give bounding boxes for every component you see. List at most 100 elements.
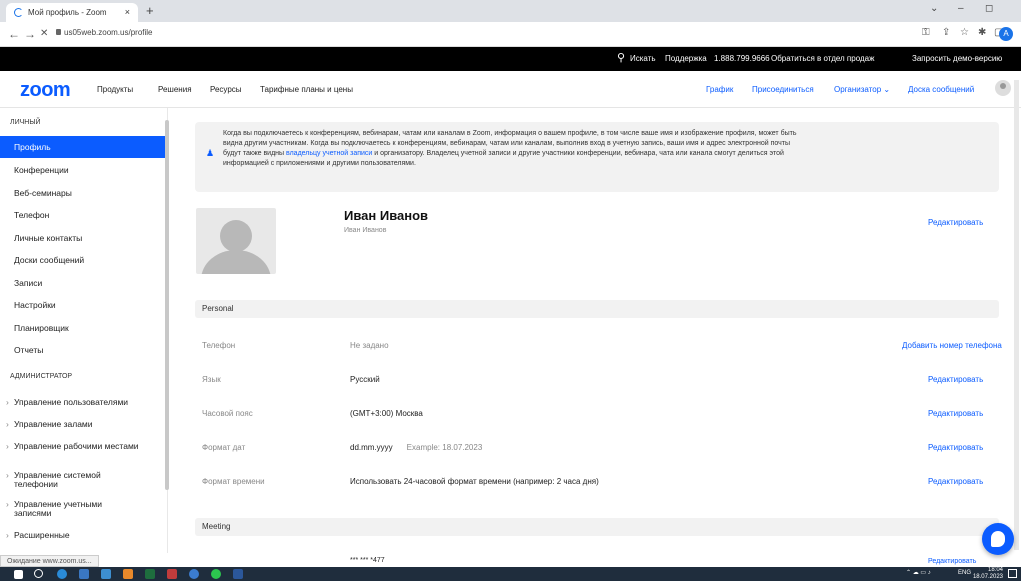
edit-timezone-link[interactable]: Редактировать xyxy=(928,409,983,418)
add-phone-link[interactable]: Добавить номер телефона xyxy=(902,341,1002,350)
demo-link[interactable]: Запросить демо-версию xyxy=(912,54,1002,63)
taskview-icon[interactable] xyxy=(79,569,89,579)
nav-solutions[interactable]: Решения xyxy=(158,85,192,94)
edit-date-format-link[interactable]: Редактировать xyxy=(928,443,983,452)
tab-title: Мой профиль - Zoom xyxy=(28,8,107,17)
search-link[interactable]: Искать xyxy=(630,54,656,63)
key-icon[interactable]: ⚿ xyxy=(922,27,930,38)
browser-tab[interactable]: Мой профиль - Zoom × xyxy=(6,3,138,22)
lock-icon[interactable] xyxy=(56,29,61,35)
mail-icon[interactable] xyxy=(101,569,111,579)
nav-join[interactable]: Присоединиться xyxy=(752,85,814,94)
section-meeting: Meeting xyxy=(195,518,999,536)
sidebar-item-room-management[interactable]: › Управление залами xyxy=(0,420,167,429)
app-orange-icon[interactable] xyxy=(123,569,133,579)
edit-time-format-link[interactable]: Редактировать xyxy=(928,477,983,486)
word-icon[interactable] xyxy=(233,569,243,579)
windows-start-icon[interactable] xyxy=(14,570,23,579)
chat-support-button[interactable] xyxy=(982,523,1014,555)
sales-link[interactable]: Обратиться в отдел продаж xyxy=(771,54,874,63)
time-format-value: Использовать 24-часовой формат времени (… xyxy=(350,477,599,486)
edit-language-link[interactable]: Редактировать xyxy=(928,375,983,384)
language-value: Русский xyxy=(350,375,380,384)
language-indicator[interactable]: ENG xyxy=(958,570,971,576)
whatsapp-icon[interactable] xyxy=(211,569,221,579)
minimize-icon[interactable]: – xyxy=(958,3,964,14)
sidebar-item-settings[interactable]: Настройки xyxy=(0,294,167,316)
nav-host[interactable]: Организатор ⌄ xyxy=(834,85,890,94)
sidebar-item-scheduler[interactable]: Планировщик xyxy=(0,317,167,339)
edit-meeting-id-link[interactable]: Редактировать xyxy=(928,558,976,565)
share-icon[interactable]: ⇪ xyxy=(942,27,950,38)
back-icon[interactable]: ← xyxy=(8,27,20,41)
sidebar-item-phone-system-management[interactable]: › Управление системой телефонии xyxy=(0,471,128,489)
chevron-right-icon: › xyxy=(6,397,9,407)
timezone-value: (GMT+3:00) Москва xyxy=(350,409,423,418)
zoom-top-bar: ⚲ Искать Поддержка 1.888.799.9666 Обрати… xyxy=(0,47,1021,71)
restore-icon[interactable]: ◻ xyxy=(985,3,993,14)
address-bar: ← → ✕ us05web.zoom.us/profile ⚿ ⇪ ☆ ✱ ▢ … xyxy=(0,22,1021,47)
edit-profile-link[interactable]: Редактировать xyxy=(928,218,983,227)
user-avatar[interactable] xyxy=(995,80,1011,96)
profile-photo[interactable] xyxy=(196,208,276,274)
date-format-value: dd.mm.yyyy Example: 18.07.2023 xyxy=(350,443,483,452)
stop-icon[interactable]: ✕ xyxy=(40,28,48,39)
date-format-example: Example: 18.07.2023 xyxy=(406,443,483,452)
nav-schedule[interactable]: График xyxy=(706,85,733,94)
sidebar-item-phone[interactable]: Телефон xyxy=(0,204,167,226)
section-personal: Personal xyxy=(195,300,999,318)
search-icon[interactable]: ⚲ xyxy=(617,51,625,64)
sidebar: ЛИЧНЫЙ Профиль Конференции Веб-семинары … xyxy=(0,108,168,553)
profile-display-name: Иван Иванов xyxy=(344,227,387,234)
zoom-taskbar-icon[interactable] xyxy=(189,569,199,579)
sidebar-item-user-management[interactable]: › Управление пользователями xyxy=(0,398,167,407)
sidebar-item-recordings[interactable]: Записи xyxy=(0,272,167,294)
sidebar-item-advanced[interactable]: › Расширенные xyxy=(0,531,167,540)
support-link[interactable]: Поддержка xyxy=(665,54,707,63)
sidebar-item-meetings[interactable]: Конференции xyxy=(0,159,167,181)
edge-icon[interactable] xyxy=(57,569,67,579)
person-info-icon: ♟ xyxy=(206,148,215,158)
sidebar-item-account-management[interactable]: › Управление учетными записями xyxy=(0,500,134,518)
sidebar-item-webinars[interactable]: Веб-семинары xyxy=(0,182,167,204)
sidebar-header-admin: АДМИНИСТРАТОР xyxy=(10,373,73,380)
account-owner-link[interactable]: владельцу учетной записи xyxy=(286,150,372,157)
new-tab-icon[interactable]: + xyxy=(146,3,154,18)
search-taskbar-icon[interactable] xyxy=(34,569,43,578)
loading-icon xyxy=(14,8,23,17)
tab-search-icon[interactable]: ⌄ xyxy=(930,3,938,14)
phone-value: Не задано xyxy=(350,341,389,350)
nav-products[interactable]: Продукты xyxy=(97,85,133,94)
bookmark-star-icon[interactable]: ☆ xyxy=(960,27,969,38)
zoom-logo[interactable]: zoom xyxy=(20,79,71,102)
app-green-icon[interactable] xyxy=(145,569,155,579)
page-scrollbar[interactable] xyxy=(1014,80,1019,550)
privacy-notice: ♟ Когда вы подключаетесь к конференциям,… xyxy=(195,122,999,192)
taskbar-clock[interactable]: 18:04 18.07.2023 xyxy=(973,567,1003,581)
language-label: Язык xyxy=(202,375,221,384)
app-red-icon[interactable] xyxy=(167,569,177,579)
sidebar-item-profile[interactable]: Профиль xyxy=(0,136,167,158)
forward-icon[interactable]: → xyxy=(24,27,36,41)
chevron-right-icon: › xyxy=(6,470,9,480)
date-format-label: Формат дат xyxy=(202,443,246,452)
tray-icons[interactable]: ⌃ ☁ ▭ ♪ xyxy=(906,569,931,576)
notifications-icon[interactable] xyxy=(1008,569,1017,578)
browser-profile-avatar[interactable]: A xyxy=(999,27,1013,41)
sidebar-item-whiteboards[interactable]: Доски сообщений xyxy=(0,249,167,271)
sidebar-item-contacts[interactable]: Личные контакты xyxy=(0,227,167,249)
timezone-label: Часовой пояс xyxy=(202,409,253,418)
sidebar-item-workspace-management[interactable]: › Управление рабочими местами xyxy=(0,442,140,451)
nav-pricing[interactable]: Тарифные планы и цены xyxy=(260,85,353,94)
main-navigation: zoom Продукты Решения Ресурсы Тарифные п… xyxy=(0,71,1021,108)
sidebar-item-reports[interactable]: Отчеты xyxy=(0,339,167,361)
profile-name: Иван Иванов xyxy=(344,208,429,223)
tab-close-icon[interactable]: × xyxy=(125,7,130,17)
nav-resources[interactable]: Ресурсы xyxy=(210,85,242,94)
chevron-right-icon: › xyxy=(6,441,9,451)
sidebar-scrollbar[interactable] xyxy=(165,120,169,490)
extensions-icon[interactable]: ✱ xyxy=(978,27,986,38)
phone-link[interactable]: 1.888.799.9666 xyxy=(714,54,770,63)
nav-whiteboard[interactable]: Доска сообщений xyxy=(908,85,974,94)
url-input[interactable]: us05web.zoom.us/profile xyxy=(64,28,153,37)
